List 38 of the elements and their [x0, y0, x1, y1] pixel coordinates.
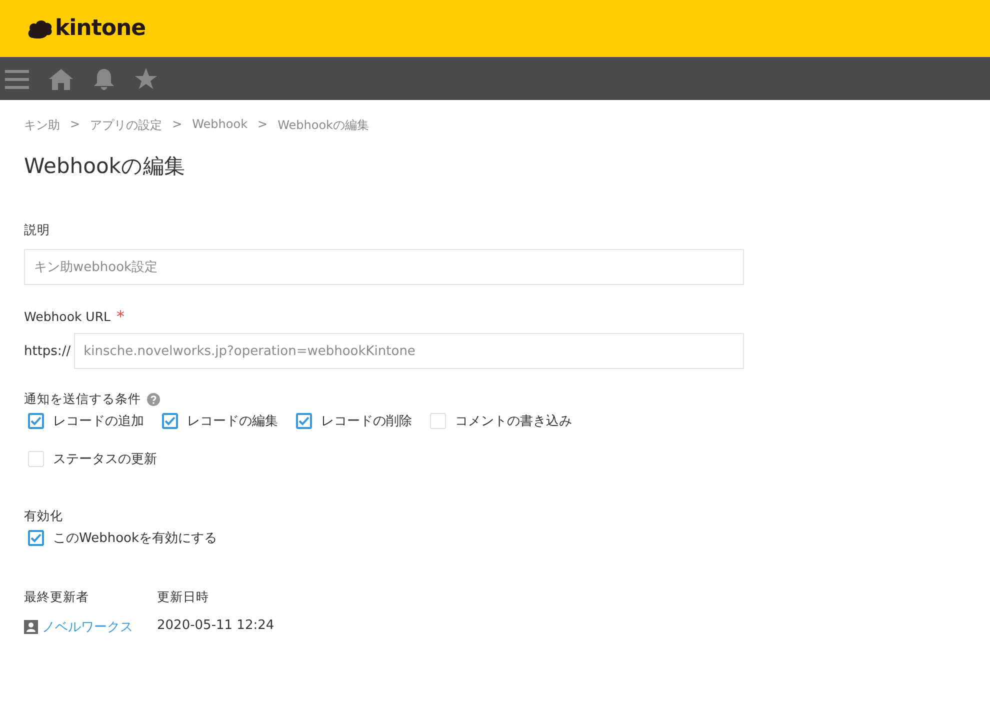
page-title: Webhookの編集 [24, 153, 186, 180]
menu-icon[interactable] [5, 68, 29, 90]
breadcrumb-separator: > [258, 117, 268, 133]
breadcrumb-link[interactable]: キン助 [24, 117, 60, 137]
required-mark: * [116, 309, 124, 325]
star-icon[interactable] [135, 68, 157, 90]
checkbox-option[interactable]: レコードの編集 [162, 412, 278, 430]
checkbox-option[interactable]: レコードの追加 [28, 412, 144, 430]
checkbox-option[interactable]: レコードの削除 [296, 412, 412, 430]
field-label: 通知を送信する条件 [24, 391, 141, 408]
logo-text: kintone [55, 16, 146, 41]
field-label: 説明 [24, 222, 51, 239]
logo[interactable]: kintone [27, 16, 146, 41]
home-icon[interactable] [49, 68, 73, 90]
user-icon [24, 620, 38, 634]
checkbox[interactable] [28, 413, 44, 429]
url-field[interactable]: kinsche.novelworks.jp?operation=webhookKintone [74, 333, 744, 369]
help-icon[interactable] [147, 393, 160, 406]
breadcrumb-link[interactable]: Webhook [192, 117, 248, 137]
column-label: 最終更新者 [24, 589, 90, 606]
checkbox-option[interactable]: このWebhookを有効にする [28, 529, 966, 547]
field-label: 有効化 [24, 508, 64, 525]
checkbox-option[interactable]: ステータスの更新 [28, 450, 157, 468]
url-prefix: https:// [24, 344, 71, 358]
cloud-icon [27, 18, 53, 38]
description-field[interactable]: キン助webhook設定 [24, 249, 744, 285]
checkbox[interactable] [296, 413, 312, 429]
breadcrumb-separator: > [172, 117, 182, 133]
checkbox-option[interactable]: コメントの書き込み [430, 412, 572, 430]
breadcrumb-link[interactable]: Webhookの編集 [278, 117, 369, 137]
bell-icon[interactable] [93, 68, 115, 90]
column-label: 更新日時 [157, 589, 210, 606]
updated-time: 2020-05-11 12:24 [157, 618, 274, 633]
checkbox[interactable] [28, 530, 44, 546]
checkbox[interactable] [162, 413, 178, 429]
breadcrumb-separator: > [70, 117, 80, 133]
field-label: Webhook URL [24, 309, 110, 324]
breadcrumb-link[interactable]: アプリの設定 [90, 117, 162, 137]
